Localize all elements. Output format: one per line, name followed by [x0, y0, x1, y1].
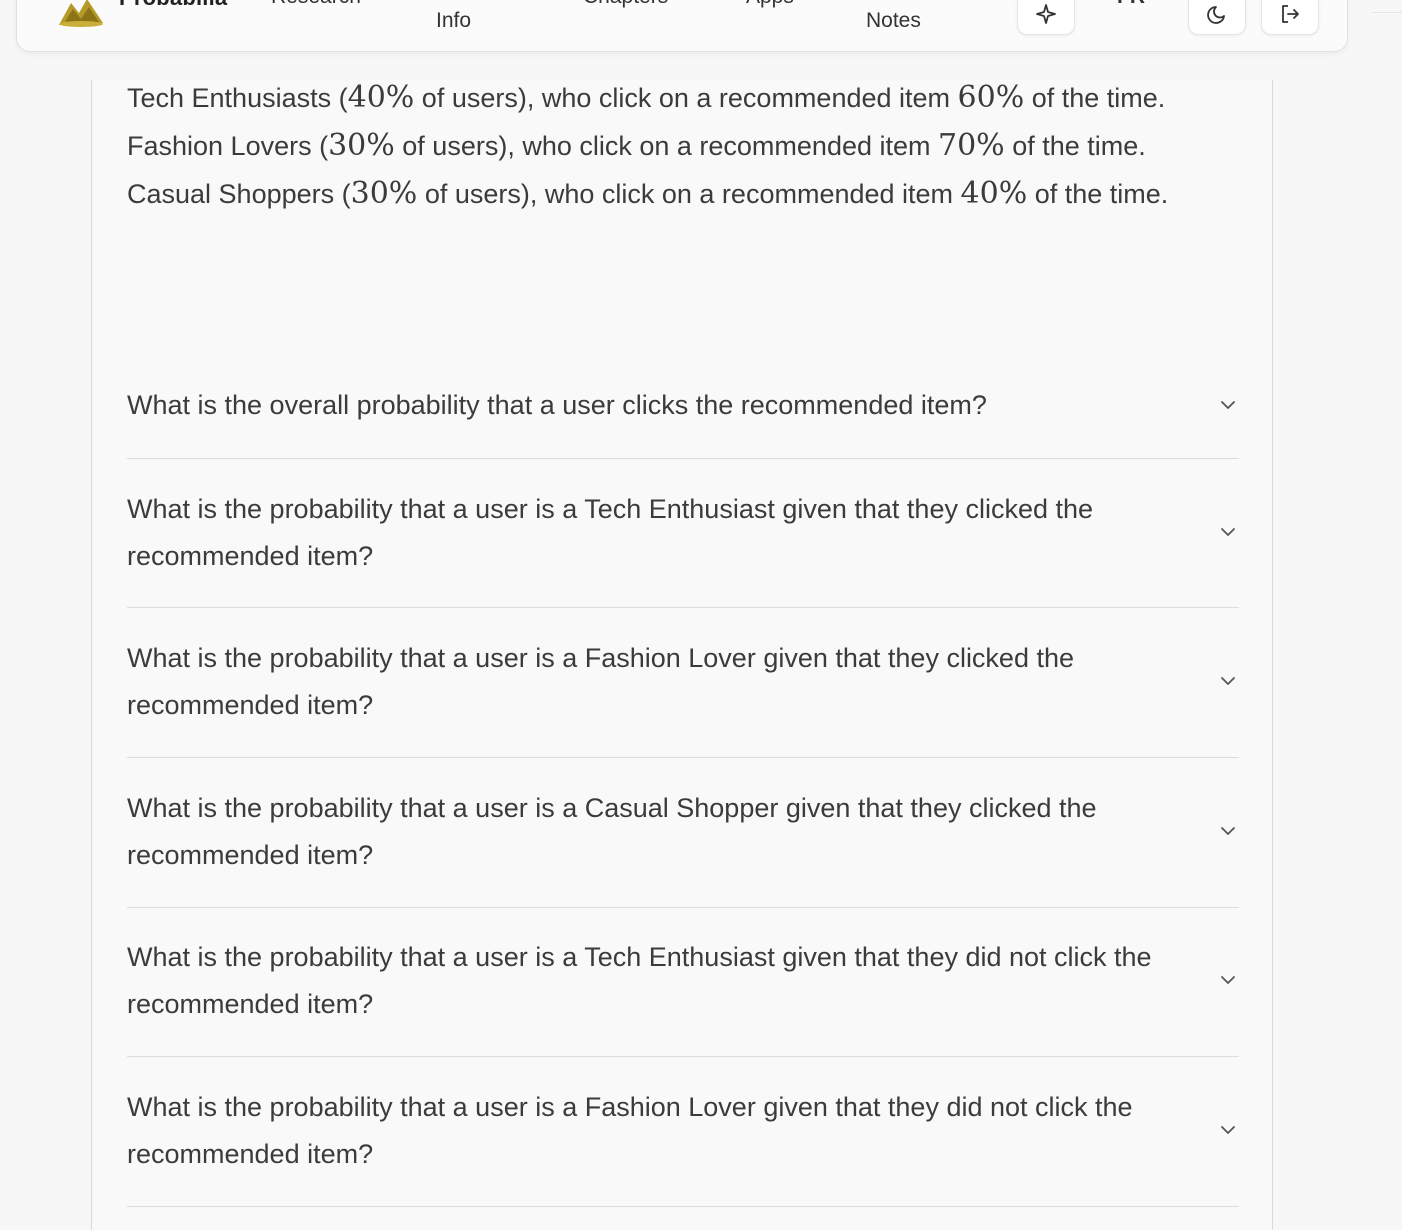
content-panel: Tech Enthusiasts (40% of users), who cli… [91, 80, 1273, 1230]
question-text: What is the probability that a user is a… [127, 494, 1094, 571]
question-text: What is the probability that a user is a… [127, 1092, 1133, 1169]
chevron-down-icon[interactable] [1219, 1124, 1237, 1136]
nav-chapters[interactable]: Chapters [583, 0, 668, 9]
question-item-4[interactable]: What is the probability that a user is a… [127, 757, 1239, 908]
chevron-down-icon[interactable] [1219, 675, 1237, 687]
probabilia-logo[interactable] [57, 0, 105, 27]
segment-share: 30% [350, 176, 418, 211]
chevron-down-icon[interactable] [1219, 526, 1237, 538]
top-navbar: Probabilia Research Info Chapters Apps N… [16, 0, 1348, 52]
chevron-down-icon[interactable] [1219, 974, 1237, 986]
nav-research[interactable]: Research [271, 0, 361, 9]
question-item-2[interactable]: What is the probability that a user is a… [127, 458, 1239, 608]
segment-share: 30% [328, 128, 395, 163]
question-text: What is the probability that a user is a… [127, 942, 1152, 1019]
brand-name[interactable]: Probabilia [119, 0, 227, 11]
chevron-down-icon[interactable] [1219, 825, 1237, 837]
segment-tech: Tech Enthusiasts (40% of users), who cli… [127, 80, 1166, 115]
logout-icon [1282, 5, 1299, 23]
nav-info[interactable]: Info [436, 9, 471, 33]
segment-share: 40% [347, 80, 415, 115]
question-item-3[interactable]: What is the probability that a user is a… [127, 607, 1239, 758]
question-item-1[interactable]: What is the overall probability that a u… [127, 380, 1239, 459]
logout-button[interactable] [1261, 0, 1319, 35]
theme-toggle-icon [1207, 6, 1225, 24]
question-text: What is the probability that a user is a… [127, 793, 1097, 870]
segment-casual: Casual Shoppers (30% of users), who clic… [127, 176, 1169, 211]
nav-notes[interactable]: Notes [866, 9, 921, 33]
problem-statement: Tech Enthusiasts (40% of users), who cli… [127, 80, 1247, 218]
nav-apps[interactable]: Apps [746, 0, 794, 9]
theme-toggle-button[interactable] [1188, 0, 1246, 35]
divider [1372, 12, 1402, 13]
click-rate: 40% [960, 176, 1028, 211]
language-switch[interactable]: FR [1117, 0, 1145, 9]
click-rate: 70% [938, 128, 1005, 163]
question-text: What is the overall probability that a u… [127, 390, 987, 420]
segment-fashion: Fashion Lovers (30% of users), who click… [127, 128, 1146, 163]
question-text: What is the probability that a user is a… [127, 643, 1075, 720]
question-item-6[interactable]: What is the probability that a user is a… [127, 1056, 1239, 1207]
click-rate: 60% [957, 80, 1025, 115]
sparkle-icon [1036, 4, 1056, 24]
chevron-down-icon[interactable] [1219, 399, 1237, 411]
question-item-5[interactable]: What is the probability that a user is a… [127, 907, 1239, 1057]
sparkle-button[interactable] [1017, 0, 1075, 35]
